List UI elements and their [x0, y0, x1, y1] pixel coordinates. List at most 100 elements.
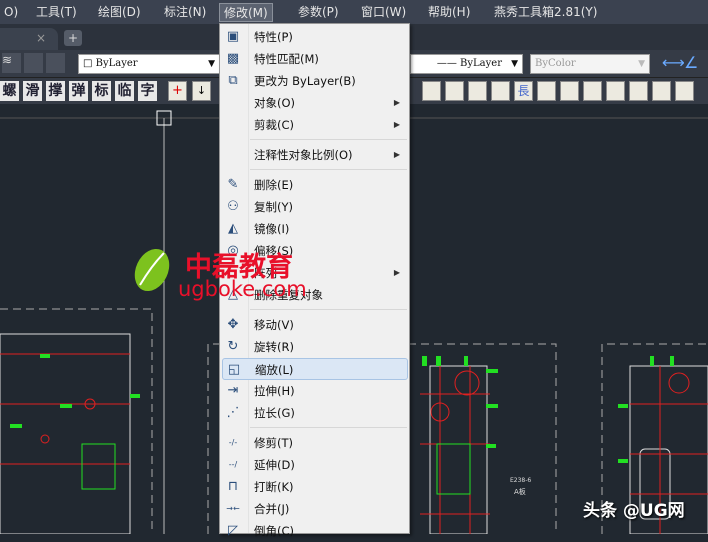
menu-separator [250, 427, 407, 428]
menu-item-submenu-4[interactable]: 剪裁(C) ▶ [222, 114, 408, 136]
join-icon: →← [226, 504, 240, 513]
tool-icon[interactable] [606, 81, 625, 101]
menu-item-label: 镜像(I) [254, 222, 290, 236]
layer-previous-icon[interactable] [24, 53, 43, 73]
menu-item-stretch[interactable]: ⇥ 拉伸(H) [222, 380, 408, 402]
tool-icon[interactable] [629, 81, 648, 101]
menu-item-join[interactable]: →← 合并(J) [222, 498, 408, 520]
menu-item-rotate[interactable]: ↻ 旋转(R) [222, 336, 408, 358]
source-credit: 头条 @UG网 [583, 501, 685, 521]
menu-item-chamfer[interactable]: ◸ 倒角(C) [222, 520, 408, 542]
submenu-arrow-icon: ▶ [393, 268, 400, 277]
menu-item-label: 剪裁(C) [254, 118, 295, 132]
tool-icon[interactable] [675, 81, 694, 101]
menu-item-setbylayer[interactable]: ⧉ 更改为 ByLayer(B) [222, 70, 408, 92]
menu-item-label: 阵列 [254, 266, 277, 280]
menu-item-lengthen[interactable]: ⋰ 拉长(G) [222, 402, 408, 424]
menu-item-offset[interactable]: ◎ 偏移(S) [222, 240, 408, 262]
mark-tool-button[interactable]: 标 [92, 81, 111, 101]
menu-yanxiu-toolbox[interactable]: 燕秀工具箱2.81(Y) [490, 3, 601, 22]
properties-icon: ▣ [226, 29, 240, 44]
menu-item-label: 移动(V) [254, 318, 294, 332]
green-rect [436, 443, 471, 495]
menu-item-submenu-3[interactable]: 对象(O) ▶ [222, 92, 408, 114]
spring-tool-button[interactable]: 弹 [69, 81, 88, 101]
menu-item-trim[interactable]: -/- 修剪(T) [222, 432, 408, 454]
menu-bar: O) 工具(T) 绘图(D) 标注(N) 修改(M) 参数(P) 窗口(W) 帮… [0, 0, 708, 24]
dropdown-arrow-icon: ▼ [208, 59, 215, 69]
menu-item-mirror[interactable]: ◭ 镜像(I) [222, 218, 408, 240]
layer-state-icon[interactable]: ≋ [2, 53, 21, 73]
menu-item-match-properties[interactable]: ▩ 特性匹配(M) [222, 48, 408, 70]
linetype-combo[interactable]: —— ByLayer ▼ [410, 54, 523, 74]
menu-item-extend[interactable]: --/ 延伸(D) [222, 454, 408, 476]
menu-item-erase[interactable]: ✎ 删除(E) [222, 174, 408, 196]
dropdown-arrow-icon: ▼ [511, 59, 518, 69]
move-icon: ✥ [227, 317, 239, 332]
menu-separator [250, 169, 407, 170]
plotstyle-combo[interactable]: ByColor ▼ [530, 54, 650, 74]
menu-item-properties[interactable]: ▣ 特性(P) [222, 26, 408, 48]
tool-icon[interactable] [583, 81, 602, 101]
break-icon: ⊓ [227, 479, 239, 494]
menu-item-label: 删除重复对象 [254, 288, 323, 302]
document-tab[interactable]: × [0, 28, 58, 50]
menu-item-break[interactable]: ⊓ 打断(K) [222, 476, 408, 498]
centerline-icon[interactable]: + [168, 81, 187, 101]
menu-item-label: 对象(O) [254, 96, 296, 110]
tool-icon[interactable] [491, 81, 510, 101]
match-properties-icon: ▩ [226, 51, 240, 66]
long-tool-button[interactable]: 長 [514, 81, 533, 101]
menu-item-scale[interactable]: ◱ 缩放(L) [222, 358, 408, 380]
submenu-arrow-icon: ▶ [393, 120, 400, 129]
menu-item-label: 拉长(G) [254, 406, 295, 420]
modify-menu: ▣ 特性(P) ▩ 特性匹配(M) ⧉ 更改为 ByLayer(B) 对象(O) ▶ 剪裁(C)… [219, 23, 410, 538]
submenu-arrow-icon: ▶ [393, 150, 400, 159]
menu-item-submenu-10[interactable]: 阵列 ▶ [222, 262, 408, 284]
menu-modify[interactable]: 修改(M) [219, 3, 273, 22]
color-combo[interactable]: □ ByLayer ▼ [78, 54, 220, 74]
menu-item-copy[interactable]: ⚇ 复制(Y) [222, 196, 408, 218]
tool-icon[interactable] [468, 81, 487, 101]
menu-view[interactable]: O) [0, 3, 22, 22]
menu-help[interactable]: 帮助(H) [424, 3, 474, 22]
menu-item-label: 缩放(L) [255, 363, 294, 377]
menu-item-move[interactable]: ✥ 移动(V) [222, 314, 408, 336]
menu-dimension[interactable]: 标注(N) [160, 3, 210, 22]
menu-item-overkill[interactable]: △ 删除重复对象 [222, 284, 408, 306]
menu-item-label: 删除(E) [254, 178, 294, 192]
slider-tool-button[interactable]: 滑 [23, 81, 42, 101]
menu-item-label: 复制(Y) [254, 200, 293, 214]
support-tool-button[interactable]: 撑 [46, 81, 65, 101]
color-combo-value: □ ByLayer [83, 58, 138, 69]
erase-icon: ✎ [227, 177, 239, 192]
menu-parametric[interactable]: 参数(P) [294, 3, 343, 22]
chamfer-icon: ◸ [228, 523, 238, 538]
new-tab-button[interactable]: + [64, 30, 82, 46]
tool-icon[interactable] [560, 81, 579, 101]
submenu-arrow-icon: ▶ [393, 98, 400, 107]
close-tab-icon[interactable]: × [36, 31, 46, 45]
tool-icon[interactable] [445, 81, 464, 101]
tool-icon[interactable] [422, 81, 441, 101]
menu-item-label: 修剪(T) [254, 436, 293, 450]
hole-icon[interactable]: ↓ [192, 81, 211, 101]
menu-item-submenu-5[interactable]: 注释性对象比例(O) ▶ [222, 144, 408, 166]
copy-icon: ⚇ [227, 199, 239, 214]
drawing-label: E238-6 [510, 477, 531, 484]
layer-match-icon[interactable] [46, 53, 65, 73]
menu-window[interactable]: 窗口(W) [357, 3, 410, 22]
overkill-icon: △ [228, 287, 238, 302]
screw-tool-button[interactable]: 螺 [0, 81, 19, 101]
extend-icon: --/ [228, 460, 238, 469]
tool-icon[interactable] [652, 81, 671, 101]
menu-item-label: 倒角(C) [254, 524, 295, 538]
text-tool-button[interactable]: 字 [138, 81, 157, 101]
drawing-label: A板 [514, 487, 526, 496]
menu-tools[interactable]: 工具(T) [32, 3, 81, 22]
dim-linear-icon[interactable]: ⟷ [662, 53, 685, 73]
temp-tool-button[interactable]: 临 [115, 81, 134, 101]
menu-draw[interactable]: 绘图(D) [94, 3, 145, 22]
tool-icon[interactable] [537, 81, 556, 101]
dim-aligned-icon[interactable]: ∠ [684, 53, 703, 73]
